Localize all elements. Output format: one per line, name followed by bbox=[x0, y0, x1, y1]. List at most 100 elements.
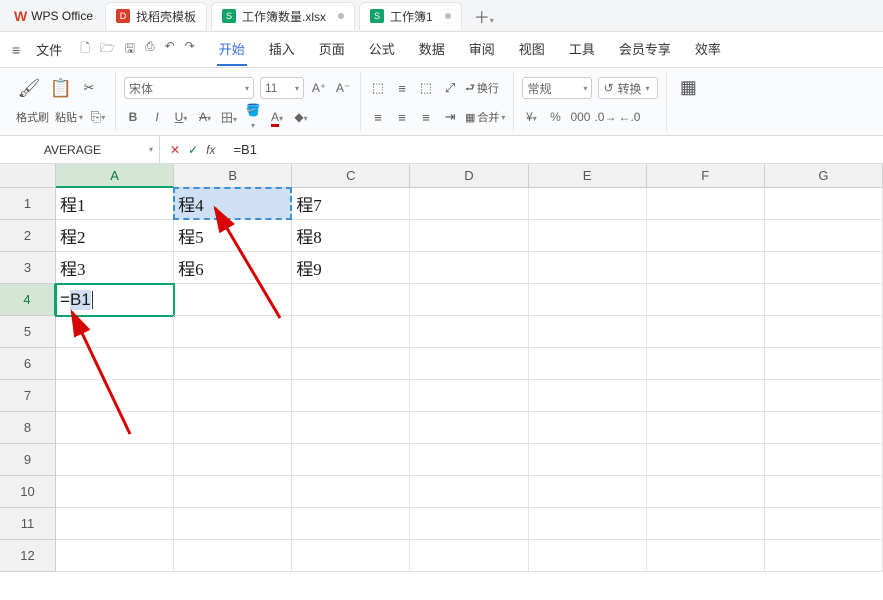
cell-B8[interactable] bbox=[174, 412, 292, 444]
cell-E4[interactable] bbox=[529, 284, 647, 316]
row-header[interactable]: 8 bbox=[0, 412, 56, 444]
format-icon[interactable]: ▦ bbox=[675, 74, 701, 100]
fx-icon[interactable]: fx bbox=[206, 143, 215, 157]
column-header[interactable]: F bbox=[647, 164, 765, 188]
align-top-icon[interactable]: ⬚ bbox=[369, 79, 387, 97]
cell-G6[interactable] bbox=[765, 348, 883, 380]
column-header[interactable]: B bbox=[174, 164, 292, 188]
row-header[interactable]: 7 bbox=[0, 380, 56, 412]
save-icon[interactable]: 🖫 bbox=[125, 39, 135, 60]
print-icon[interactable]: ⎙ bbox=[145, 39, 155, 60]
cell-G1[interactable] bbox=[765, 188, 883, 220]
cell-G8[interactable] bbox=[765, 412, 883, 444]
cell-B11[interactable] bbox=[174, 508, 292, 540]
cell-D6[interactable] bbox=[410, 348, 528, 380]
name-box[interactable]: AVERAGE ▾ bbox=[0, 136, 160, 163]
cell-E9[interactable] bbox=[529, 444, 647, 476]
new-tab-button[interactable]: ＋▾ bbox=[464, 4, 504, 28]
font-color-icon[interactable]: A▾ bbox=[268, 110, 286, 124]
font-size-select[interactable]: 11▾ bbox=[260, 77, 304, 99]
tab-review[interactable]: 审阅 bbox=[467, 33, 497, 66]
highlight-icon[interactable]: ◆▾ bbox=[292, 110, 310, 124]
tab-insert[interactable]: 插入 bbox=[267, 33, 297, 66]
cell-D12[interactable] bbox=[410, 540, 528, 572]
row-header[interactable]: 4 bbox=[0, 284, 56, 316]
row-header[interactable]: 5 bbox=[0, 316, 56, 348]
border-icon[interactable]: 田▾ bbox=[220, 109, 238, 126]
cell-C3[interactable]: 程9 bbox=[292, 252, 410, 284]
column-header[interactable]: G bbox=[765, 164, 883, 188]
cell-A1[interactable]: 程1 bbox=[56, 188, 174, 220]
cell-E6[interactable] bbox=[529, 348, 647, 380]
cells-area[interactable]: 程1程4程7程2程5程8程3程6程9=B1 bbox=[56, 188, 883, 600]
convert-button[interactable]: ↺转换▾ bbox=[598, 77, 658, 99]
tab-data[interactable]: 数据 bbox=[417, 33, 447, 66]
cell-E2[interactable] bbox=[529, 220, 647, 252]
cell-D1[interactable] bbox=[410, 188, 528, 220]
wrap-button[interactable]: ⮐换行 bbox=[465, 79, 499, 98]
cell-A10[interactable] bbox=[56, 476, 174, 508]
cell-C9[interactable] bbox=[292, 444, 410, 476]
select-all-corner[interactable] bbox=[0, 164, 56, 188]
comma-icon[interactable]: 000 bbox=[570, 110, 588, 124]
dec-decimal-icon[interactable]: ←.0 bbox=[618, 110, 636, 124]
column-header[interactable]: E bbox=[529, 164, 647, 188]
cell-G12[interactable] bbox=[765, 540, 883, 572]
format-painter-icon[interactable]: 🖌 bbox=[16, 75, 42, 101]
copy-icon[interactable]: ⎘▾ bbox=[89, 108, 107, 126]
font-shrink-icon[interactable]: A⁻ bbox=[334, 81, 352, 95]
cut-icon[interactable]: ✂ bbox=[80, 79, 98, 97]
cell-A12[interactable] bbox=[56, 540, 174, 572]
formula-input[interactable]: =B1 bbox=[225, 142, 883, 157]
open-icon[interactable]: 🗁 bbox=[100, 39, 115, 60]
cell-E12[interactable] bbox=[529, 540, 647, 572]
cell-C5[interactable] bbox=[292, 316, 410, 348]
cell-E10[interactable] bbox=[529, 476, 647, 508]
cell-C2[interactable]: 程8 bbox=[292, 220, 410, 252]
cell-F5[interactable] bbox=[647, 316, 765, 348]
cell-D8[interactable] bbox=[410, 412, 528, 444]
cell-G2[interactable] bbox=[765, 220, 883, 252]
cell-G9[interactable] bbox=[765, 444, 883, 476]
font-grow-icon[interactable]: A⁺ bbox=[310, 81, 328, 95]
tab-view[interactable]: 视图 bbox=[517, 33, 547, 66]
cell-F4[interactable] bbox=[647, 284, 765, 316]
cell-C11[interactable] bbox=[292, 508, 410, 540]
cell-B6[interactable] bbox=[174, 348, 292, 380]
cell-A6[interactable] bbox=[56, 348, 174, 380]
cell-F8[interactable] bbox=[647, 412, 765, 444]
cell-B1[interactable]: 程4 bbox=[174, 188, 292, 220]
cell-C1[interactable]: 程7 bbox=[292, 188, 410, 220]
cell-E11[interactable] bbox=[529, 508, 647, 540]
chevron-down-icon[interactable]: ▾ bbox=[149, 145, 159, 154]
currency-icon[interactable]: ¥▾ bbox=[522, 110, 540, 124]
cell-E7[interactable] bbox=[529, 380, 647, 412]
tab-efficiency[interactable]: 效率 bbox=[693, 33, 723, 66]
cell-E3[interactable] bbox=[529, 252, 647, 284]
new-icon[interactable]: 🗋 bbox=[80, 39, 90, 60]
cell-D2[interactable] bbox=[410, 220, 528, 252]
row-header[interactable]: 12 bbox=[0, 540, 56, 572]
inc-decimal-icon[interactable]: .0→ bbox=[594, 110, 612, 124]
cell-F7[interactable] bbox=[647, 380, 765, 412]
cell-A5[interactable] bbox=[56, 316, 174, 348]
cell-C12[interactable] bbox=[292, 540, 410, 572]
italic-icon[interactable]: I bbox=[148, 110, 166, 124]
column-header[interactable]: C bbox=[292, 164, 410, 188]
row-header[interactable]: 9 bbox=[0, 444, 56, 476]
column-header[interactable]: A bbox=[56, 164, 174, 188]
menu-file[interactable]: 文件 bbox=[28, 40, 70, 59]
cell-D5[interactable] bbox=[410, 316, 528, 348]
row-header[interactable]: 1 bbox=[0, 188, 56, 220]
align-middle-icon[interactable]: ≡ bbox=[393, 79, 411, 97]
row-header[interactable]: 2 bbox=[0, 220, 56, 252]
cell-B5[interactable] bbox=[174, 316, 292, 348]
font-name-select[interactable]: 宋体▾ bbox=[124, 77, 254, 99]
tab-workbook1[interactable]: S 工作簿1 bbox=[359, 2, 462, 30]
cell-B9[interactable] bbox=[174, 444, 292, 476]
redo-icon[interactable]: ↷ bbox=[185, 39, 195, 60]
cell-F2[interactable] bbox=[647, 220, 765, 252]
cell-F3[interactable] bbox=[647, 252, 765, 284]
cell-D10[interactable] bbox=[410, 476, 528, 508]
strike-icon[interactable]: A▾ bbox=[196, 110, 214, 124]
